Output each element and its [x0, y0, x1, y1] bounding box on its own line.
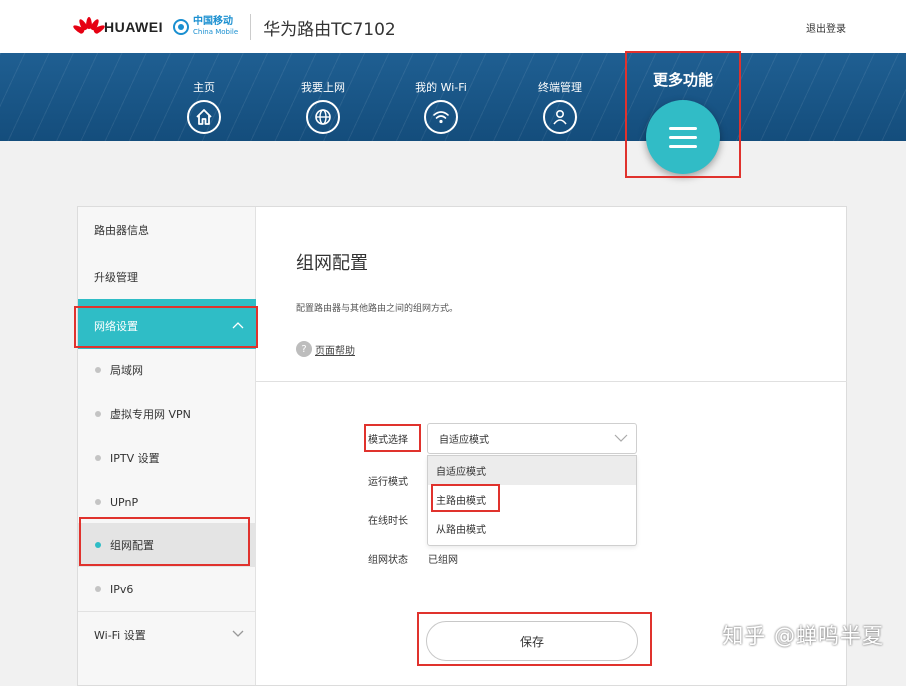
sidebar-item-wifi[interactable]: Wi-Fi 设置: [78, 612, 256, 658]
page-title: 组网配置: [296, 253, 368, 274]
sidebar-item-router-info[interactable]: 路由器信息: [78, 207, 256, 253]
nav-devices-label: 终端管理: [538, 81, 582, 94]
mode-dropdown: 自适应模式 主路由模式 从路由模式: [427, 455, 637, 546]
bullet-dot: [95, 367, 101, 373]
settings-panel: 路由器信息 升级管理 网络设置 局域网 虚拟专用网 VPN IPTV 设置 UP…: [77, 206, 847, 686]
header-divider: [250, 14, 252, 40]
sidebar-sub-ipv6[interactable]: IPv6: [78, 567, 256, 611]
nav-more-label: 更多功能: [652, 71, 713, 89]
chevron-up-icon: [232, 322, 244, 329]
help-link[interactable]: ? 页面帮助: [296, 341, 355, 357]
bullet-dot: [95, 411, 101, 417]
page-description: 配置路由器与其他路由之间的组网方式。: [296, 304, 459, 314]
china-mobile-logo-icon: [173, 19, 189, 35]
mode-select[interactable]: 自适应模式: [427, 423, 637, 454]
help-icon: ?: [296, 341, 312, 357]
sidebar-sub-label: 虚拟专用网 VPN: [110, 408, 191, 421]
sidebar-item-label: 升级管理: [94, 271, 138, 284]
brand-name: HUAWEI: [104, 19, 163, 35]
chevron-down-icon: [614, 434, 628, 442]
sidebar-sub-iptv[interactable]: IPTV 设置: [78, 436, 256, 480]
sidebar-item-label: 网络设置: [94, 320, 138, 333]
product-name: 华为路由TC7102: [263, 19, 396, 40]
sidebar-sub-lan[interactable]: 局域网: [78, 348, 256, 392]
wifi-icon: [424, 100, 458, 134]
sidebar-sub-label: UPnP: [110, 495, 139, 509]
sidebar-sub-mesh[interactable]: 组网配置: [78, 523, 256, 567]
sidebar-sub-label: IPv6: [110, 582, 134, 596]
nav-internet-label: 我要上网: [301, 81, 345, 94]
nav-home[interactable]: 主页: [164, 79, 244, 134]
nav-devices[interactable]: 终端管理: [520, 79, 600, 134]
brand: HUAWEI 中国移动 China Mobile 华为路由TC7102: [71, 14, 396, 40]
nav-home-label: 主页: [193, 81, 215, 94]
sidebar-sub-upnp[interactable]: UPnP: [78, 480, 256, 524]
content-divider: [256, 381, 847, 382]
bullet-dot: [95, 499, 101, 505]
online-time-label: 在线时长: [368, 516, 408, 527]
watermark: 知乎 @蝉鸣半夏: [722, 624, 884, 648]
bullet-dot: [95, 455, 101, 461]
top-header: HUAWEI 中国移动 China Mobile 华为路由TC7102 退出登录: [0, 0, 906, 53]
partner-name-en: China Mobile: [193, 28, 239, 36]
sidebar-item-network[interactable]: 网络设置: [78, 303, 256, 349]
content-area: 组网配置 配置路由器与其他路由之间的组网方式。 ? 页面帮助 模式选择 自适应模…: [256, 207, 847, 685]
mode-label: 模式选择: [368, 435, 408, 446]
sidebar-sub-label: 组网配置: [110, 539, 154, 552]
option-main-router[interactable]: 主路由模式: [428, 485, 636, 514]
user-icon: [543, 100, 577, 134]
run-mode-label: 运行模式: [368, 477, 408, 488]
sidebar-item-label: Wi-Fi 设置: [94, 629, 146, 642]
home-icon: [187, 100, 221, 134]
partner-logo-text: 中国移动 China Mobile: [193, 17, 238, 37]
sidebar-item-upgrade[interactable]: 升级管理: [78, 254, 256, 300]
bullet-dot: [95, 542, 101, 548]
sidebar-sub-label: IPTV 设置: [110, 452, 160, 465]
option-adaptive[interactable]: 自适应模式: [428, 456, 636, 485]
sidebar-item-label: 路由器信息: [94, 224, 149, 237]
huawei-logo-icon: [71, 17, 107, 37]
sidebar-sub-label: 局域网: [110, 364, 143, 377]
option-sub-router[interactable]: 从路由模式: [428, 514, 636, 543]
mesh-status-value: 已组网: [428, 555, 458, 566]
chevron-down-icon: [232, 630, 244, 637]
nav-wifi[interactable]: 我的 Wi-Fi: [401, 79, 481, 134]
nav-wifi-label: 我的 Wi-Fi: [415, 81, 467, 94]
mesh-status-label: 组网状态: [368, 555, 408, 566]
menu-icon[interactable]: [646, 100, 720, 174]
help-label: 页面帮助: [315, 345, 355, 357]
save-button[interactable]: 保存: [426, 621, 638, 661]
nav-internet[interactable]: 我要上网: [283, 79, 363, 134]
partner-name-cn: 中国移动: [193, 16, 233, 27]
logout-link[interactable]: 退出登录: [806, 20, 846, 35]
sidebar: 路由器信息 升级管理 网络设置 局域网 虚拟专用网 VPN IPTV 设置 UP…: [78, 207, 256, 685]
sidebar-sub-vpn[interactable]: 虚拟专用网 VPN: [78, 392, 256, 436]
bullet-dot: [95, 586, 101, 592]
nav-more[interactable]: 更多功能: [626, 53, 740, 174]
globe-icon: [306, 100, 340, 134]
mode-select-value: 自适应模式: [439, 435, 489, 446]
